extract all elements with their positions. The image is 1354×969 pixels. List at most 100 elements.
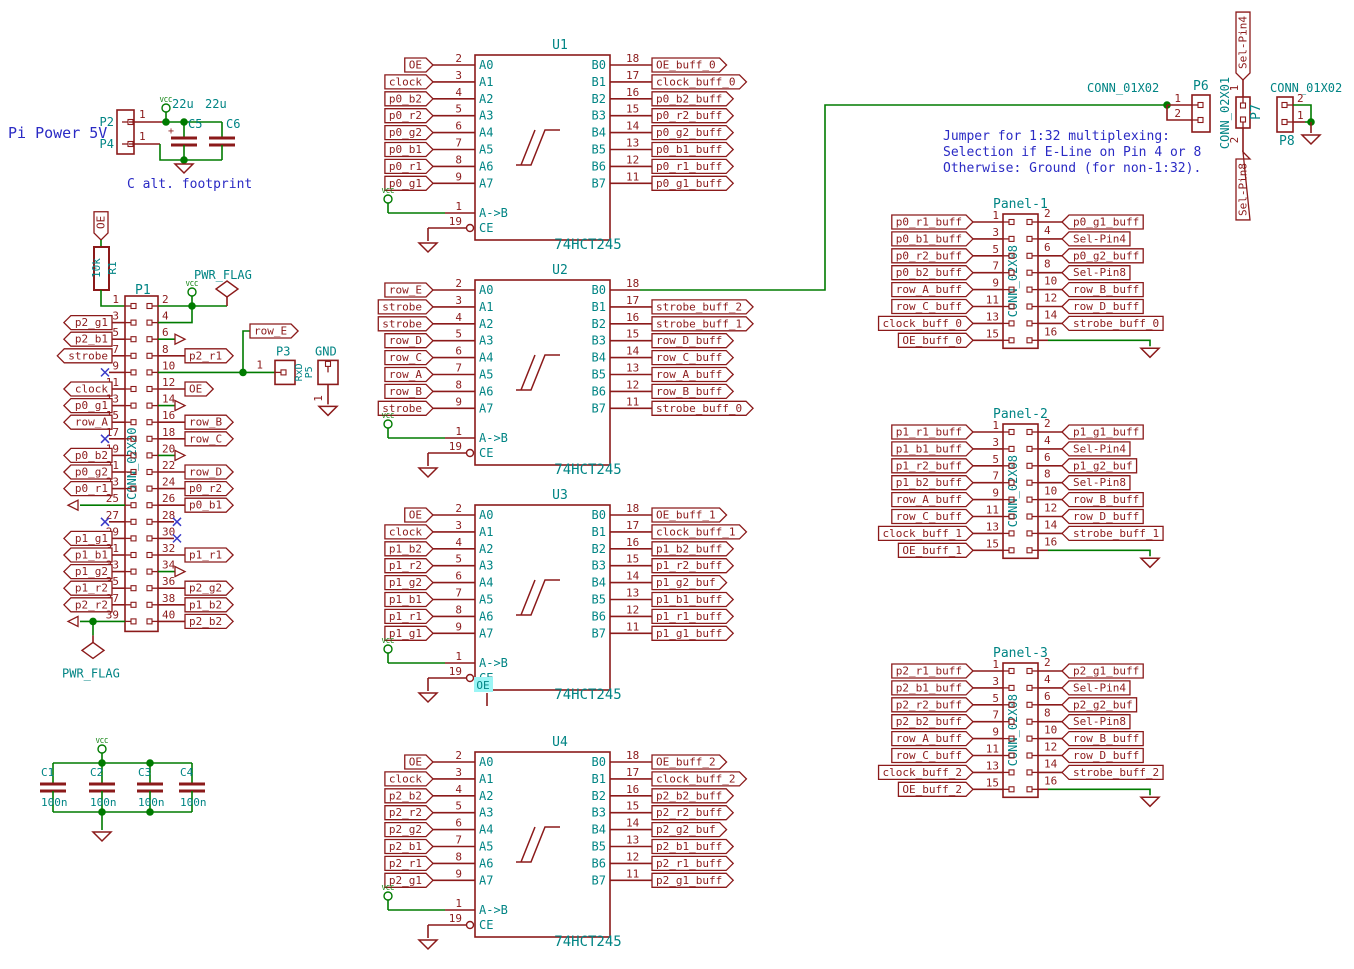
capacitor-icon[interactable]: [171, 138, 197, 145]
component-value[interactable]: 22u: [205, 97, 227, 111]
flag-arrow-icon[interactable]: [175, 401, 185, 411]
component-ref[interactable]: R1: [106, 261, 119, 274]
p2p4-connector-body[interactable]: [117, 110, 134, 154]
vcc-icon[interactable]: [384, 195, 392, 213]
component-ref[interactable]: C3: [138, 766, 151, 779]
pwr-flag-icon[interactable]: [82, 642, 104, 658]
pin-name: A3: [479, 806, 493, 820]
flag-arrow-icon[interactable]: [175, 334, 185, 344]
component-value[interactable]: CONN_01X02: [1270, 81, 1342, 95]
wire[interactable]: [1048, 550, 1150, 556]
ground-icon[interactable]: [1141, 797, 1159, 806]
component-ref[interactable]: P5: [304, 366, 315, 378]
overlay-text[interactable]: OE: [476, 679, 489, 692]
component-ref[interactable]: C1: [41, 766, 54, 779]
component-value[interactable]: GND: [315, 344, 337, 358]
ground-icon[interactable]: [175, 164, 193, 173]
ground-icon[interactable]: [1302, 135, 1320, 144]
component-value[interactable]: 74HCT245: [554, 934, 621, 950]
component-value[interactable]: 100n: [90, 796, 117, 809]
note-text[interactable]: Selection if E-Line on Pin 4 or 8: [943, 145, 1201, 160]
net-label-text: row_A: [75, 416, 108, 429]
component-ref[interactable]: U2: [552, 263, 568, 278]
note-text[interactable]: Jumper for 1:32 multiplexing:: [943, 129, 1170, 144]
pwr-flag-icon[interactable]: [216, 281, 238, 297]
wire[interactable]: [1048, 340, 1150, 346]
flag-arrow-icon[interactable]: [68, 500, 78, 510]
connector-pin: [125, 586, 136, 591]
component-value[interactable]: 100n: [180, 796, 207, 809]
component-ref[interactable]: U3: [552, 488, 568, 503]
vcc-icon[interactable]: [384, 420, 392, 438]
ground-icon[interactable]: [319, 406, 337, 415]
connector-pin: [147, 337, 158, 342]
ground-icon[interactable]: [93, 832, 111, 841]
pin-number: 8: [1044, 468, 1051, 481]
ground-icon[interactable]: [1141, 348, 1159, 357]
vcc-label: VCC: [382, 412, 395, 420]
pin-name: B6: [592, 609, 606, 623]
vcc-icon[interactable]: [384, 892, 392, 910]
component-ref[interactable]: P1: [135, 283, 151, 298]
flag-arrow-icon[interactable]: [175, 567, 185, 577]
component-value[interactable]: 22u: [172, 97, 194, 111]
component-value[interactable]: 100n: [41, 796, 68, 809]
capacitor-icon[interactable]: [89, 784, 115, 791]
component-value[interactable]: 100n: [138, 796, 165, 809]
pin-name: A7: [479, 626, 493, 640]
ground-icon[interactable]: [419, 468, 437, 477]
net-label-text: p1_b2: [389, 542, 422, 555]
component-ref[interactable]: P8: [1279, 134, 1295, 149]
capacitor-icon[interactable]: [179, 784, 205, 791]
flag-arrow-icon[interactable]: [68, 616, 78, 626]
pin-name: A3: [479, 109, 493, 123]
wire[interactable]: [1048, 789, 1150, 795]
capacitor-icon[interactable]: [209, 138, 235, 145]
pin-number: 22: [162, 459, 175, 472]
pin-name: B1: [592, 300, 606, 314]
capacitor-icon[interactable]: [137, 784, 163, 791]
component-value[interactable]: 74HCT245: [554, 462, 621, 478]
component-ref[interactable]: C4: [180, 766, 194, 779]
hysteresis-icon: [516, 355, 560, 390]
component-ref[interactable]: Panel-3: [993, 646, 1048, 661]
component-ref[interactable]: P4: [100, 137, 114, 151]
wire[interactable]: [243, 331, 250, 372]
pwr-flag-label[interactable]: PWR_FLAG: [194, 268, 252, 282]
ground-icon[interactable]: [1141, 558, 1159, 567]
component-ref[interactable]: C2: [90, 766, 103, 779]
component-ref[interactable]: C6: [226, 117, 240, 131]
pin-number: 14: [1044, 757, 1058, 770]
component-ref[interactable]: U4: [552, 735, 568, 750]
pwr-flag-label[interactable]: PWR_FLAG: [62, 666, 120, 680]
pin-number: 1: [455, 200, 462, 213]
vcc-icon[interactable]: [188, 288, 196, 306]
capacitor-icon[interactable]: [40, 784, 66, 791]
component-value[interactable]: 74HCT245: [554, 237, 621, 253]
note-text[interactable]: Pi Power 5V: [8, 124, 107, 142]
pin-number: 5: [455, 800, 462, 813]
component-ref[interactable]: Panel-1: [993, 197, 1048, 212]
component-ref[interactable]: C5: [188, 117, 202, 131]
component-value[interactable]: CONN_01X02: [1087, 81, 1159, 95]
note-text[interactable]: Otherwise: Ground (for non-1:32).: [943, 161, 1201, 176]
component-ref[interactable]: P2: [100, 115, 114, 129]
note-text[interactable]: C alt. footprint: [127, 177, 252, 192]
component-ref[interactable]: P7: [1249, 104, 1264, 120]
p6-connector-body[interactable]: [1192, 95, 1210, 132]
vcc-icon[interactable]: [384, 645, 392, 663]
component-ref[interactable]: U1: [552, 38, 568, 53]
ground-icon[interactable]: [419, 243, 437, 252]
connector-pin: [125, 569, 136, 574]
pin-number: 15: [626, 328, 639, 341]
component-ref[interactable]: Panel-2: [993, 407, 1048, 422]
flag-arrow-icon[interactable]: [175, 450, 185, 460]
ground-icon[interactable]: [419, 940, 437, 949]
ground-icon[interactable]: [419, 693, 437, 702]
component-ref[interactable]: P3: [276, 344, 290, 358]
component-ref[interactable]: P6: [1193, 79, 1209, 94]
vcc-label: VCC: [96, 737, 109, 745]
component-value[interactable]: 10k: [90, 258, 103, 278]
component-value[interactable]: 74HCT245: [554, 687, 621, 703]
connector-pin: [125, 320, 136, 325]
